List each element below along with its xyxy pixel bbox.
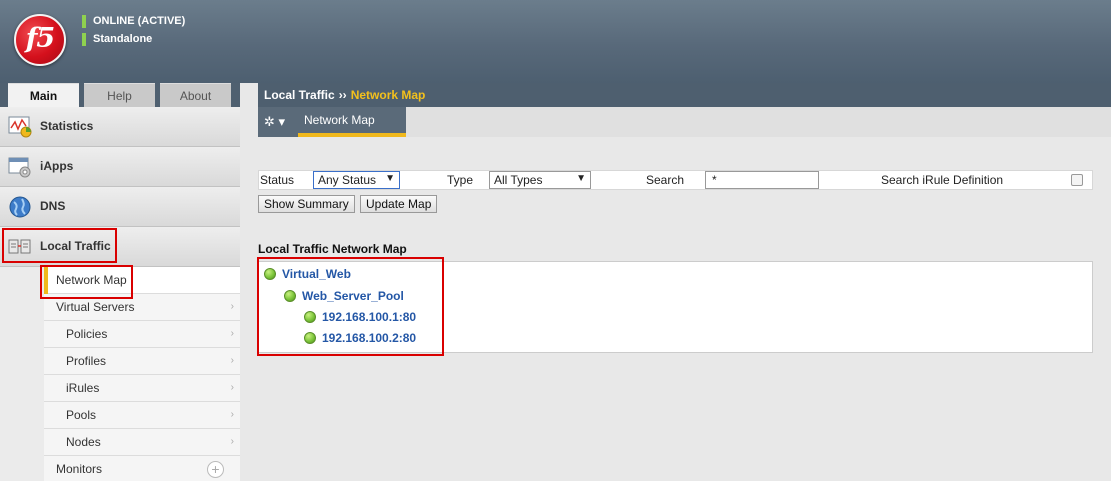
chevron-right-icon: ›	[230, 328, 234, 339]
sidebar-item-profiles[interactable]: Profiles ›	[44, 348, 240, 375]
status-mode: Standalone	[93, 33, 153, 45]
map-node-member: 192.168.100.2:80	[304, 331, 416, 345]
f5-logo[interactable]: f5	[14, 14, 66, 66]
chevron-right-icon: ›	[230, 409, 234, 420]
type-select[interactable]: All Types ▼	[489, 171, 591, 189]
tab-help[interactable]: Help	[84, 83, 155, 107]
chevron-right-icon: ›	[230, 436, 234, 447]
chevron-right-icon: ›	[230, 382, 234, 393]
dropdown-arrow-icon: ▼	[576, 173, 586, 184]
add-monitor-icon[interactable]: +	[207, 461, 224, 478]
map-node-virtual-server: Virtual_Web	[264, 267, 351, 281]
gear-menu-button[interactable]: ✲ ▾	[258, 107, 298, 137]
status-online: ONLINE (ACTIVE)	[93, 15, 186, 27]
tab-network-map[interactable]: Network Map	[298, 107, 406, 137]
sidebar-item-pools[interactable]: Pools ›	[44, 402, 240, 429]
breadcrumb: Local Traffic ›› Network Map	[258, 83, 1111, 107]
search-label: Search	[646, 173, 685, 187]
map-node-pool: Web_Server_Pool	[284, 289, 404, 303]
dropdown-arrow-icon: ▼	[385, 173, 395, 184]
sidebar-item-dns[interactable]: DNS	[0, 187, 240, 227]
page-toolbar: ✲ ▾ Network Map	[258, 107, 1111, 137]
tab-about[interactable]: About	[160, 83, 231, 107]
pool-member-link[interactable]: 192.168.100.2:80	[322, 331, 416, 345]
sidebar-item-iapps[interactable]: iApps	[0, 147, 240, 187]
sidebar-item-irules[interactable]: iRules ›	[44, 375, 240, 402]
network-map-panel: Virtual_Web Web_Server_Pool 192.168.100.…	[258, 261, 1093, 353]
tab-main[interactable]: Main	[8, 83, 79, 108]
chevron-right-icon: ›	[230, 355, 234, 366]
local-traffic-submenu: Network Map Virtual Servers › Policies ›…	[44, 267, 240, 481]
search-input[interactable]: *	[705, 171, 819, 189]
chevron-right-icon: ›	[230, 301, 234, 312]
status-select[interactable]: Any Status ▼	[313, 171, 400, 189]
type-label: Type	[447, 173, 474, 187]
breadcrumb-local-traffic[interactable]: Local Traffic	[264, 88, 335, 102]
statistics-icon	[8, 116, 32, 138]
status-indicator	[82, 32, 86, 46]
main-tabs: Main Help About	[0, 83, 240, 108]
sidebar-item-virtual-servers[interactable]: Virtual Servers ›	[44, 294, 240, 321]
status-indicator	[82, 14, 86, 28]
status-available-icon	[284, 290, 296, 302]
map-node-member: 192.168.100.1:80	[304, 310, 416, 324]
status-label: Status	[260, 173, 295, 187]
sidebar: Statistics iApps DNS Local Traffic Netwo…	[0, 107, 240, 481]
update-map-button[interactable]: Update Map	[360, 195, 438, 213]
sidebar-item-policies[interactable]: Policies ›	[44, 321, 240, 348]
status-available-icon	[264, 268, 276, 280]
system-status: ONLINE (ACTIVE) Standalone	[82, 12, 185, 48]
local-traffic-icon	[8, 239, 31, 254]
sidebar-item-nodes[interactable]: Nodes ›	[44, 429, 240, 456]
dns-globe-icon	[9, 196, 31, 218]
pool-link[interactable]: Web_Server_Pool	[302, 289, 404, 303]
pool-member-link[interactable]: 192.168.100.1:80	[322, 310, 416, 324]
filter-bar: Status Any Status ▼ Type All Types ▼ Sea…	[258, 170, 1093, 190]
status-available-icon	[304, 311, 316, 323]
virtual-server-link[interactable]: Virtual_Web	[282, 267, 351, 281]
show-summary-button[interactable]: Show Summary	[258, 195, 355, 213]
sidebar-item-statistics[interactable]: Statistics	[0, 107, 240, 147]
irule-search-label: Search iRule Definition	[881, 173, 1004, 187]
sidebar-item-local-traffic[interactable]: Local Traffic	[0, 227, 240, 267]
sidebar-item-network-map[interactable]: Network Map	[44, 267, 240, 294]
irule-search-checkbox[interactable]	[1071, 174, 1083, 186]
breadcrumb-current: Network Map	[350, 88, 426, 102]
breadcrumb-separator: ››	[338, 88, 347, 102]
top-header: f5 ONLINE (ACTIVE) Standalone	[0, 0, 1111, 83]
network-map-title: Local Traffic Network Map	[258, 242, 407, 256]
status-available-icon	[304, 332, 316, 344]
sidebar-item-monitors[interactable]: Monitors +	[44, 456, 240, 481]
iapps-icon	[8, 157, 31, 178]
